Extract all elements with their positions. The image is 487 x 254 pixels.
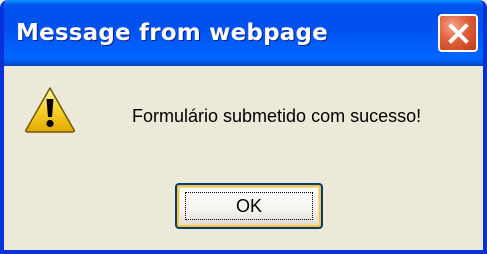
- window-title: Message from webpage: [16, 20, 328, 46]
- dialog-message: Formulário submetido com sucesso!: [132, 106, 422, 126]
- close-icon: [448, 23, 469, 44]
- ok-button[interactable]: OK: [175, 183, 323, 229]
- close-button[interactable]: [438, 14, 478, 52]
- title-bar[interactable]: Message from webpage: [4, 0, 483, 66]
- dialog-window: Message from webpage Formulário submetid…: [0, 0, 487, 254]
- dialog-body: Formulário submetido com sucesso! OK: [4, 66, 483, 250]
- warning-icon: [25, 87, 75, 133]
- ok-button-label: OK: [185, 192, 313, 220]
